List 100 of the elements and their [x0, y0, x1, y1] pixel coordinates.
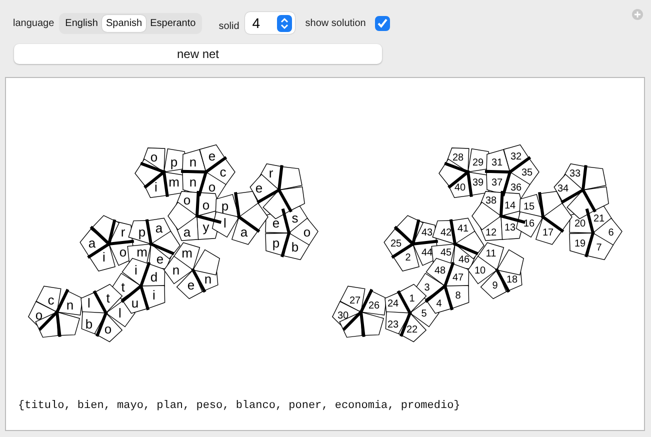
- net-number: 27: [349, 296, 361, 306]
- solid-field[interactable]: 4: [245, 12, 296, 34]
- net-letter: b: [291, 240, 299, 255]
- net-letter: i: [134, 262, 138, 278]
- net-letter: i: [152, 288, 156, 303]
- net-letter: n: [189, 174, 197, 190]
- net-letter: a: [155, 220, 163, 236]
- net-number: 6: [608, 228, 614, 238]
- net-number: 12: [485, 228, 497, 238]
- net-letter: l: [224, 216, 226, 231]
- net-number: 37: [491, 178, 503, 188]
- net-number: 15: [523, 202, 535, 212]
- net-number: 36: [510, 182, 522, 194]
- net-number: 42: [440, 228, 452, 238]
- net-number: 31: [491, 158, 503, 168]
- net-letter: c: [220, 164, 226, 180]
- net-letter: r: [268, 166, 274, 181]
- net-letter: e: [208, 148, 216, 164]
- net-letter: o: [104, 322, 112, 337]
- net-letter: n: [172, 262, 180, 278]
- net-letter: l: [88, 296, 90, 311]
- net-letter: u: [131, 296, 139, 311]
- language-option[interactable]: Esperanto: [146, 14, 200, 32]
- net-number: 10: [474, 266, 486, 276]
- net-number: 19: [574, 238, 586, 250]
- language-label: language: [13, 18, 54, 28]
- net-letter: n: [66, 298, 74, 313]
- net-number: 46: [458, 254, 470, 266]
- net-letter: e: [156, 252, 164, 267]
- net-number: 23: [387, 320, 399, 330]
- net-letter: s: [292, 210, 298, 226]
- stepper-icon[interactable]: [277, 14, 292, 32]
- net-number: 28: [452, 152, 464, 164]
- net-number: 25: [390, 238, 402, 250]
- net-letter: p: [221, 198, 229, 214]
- net-number: 34: [557, 184, 569, 194]
- net-letter: n: [189, 154, 197, 170]
- net-letter: b: [85, 316, 93, 332]
- net-letter: l: [118, 306, 122, 321]
- net-letter: o: [183, 192, 191, 208]
- net-number: 39: [472, 178, 484, 188]
- net-letter: t: [121, 280, 125, 295]
- net-number: 18: [506, 274, 518, 286]
- show-solution-checkbox[interactable]: [374, 16, 390, 30]
- net-number: 20: [574, 218, 586, 230]
- net-letter: m: [182, 246, 192, 261]
- net-number: 5: [421, 308, 427, 320]
- net-letter: t: [106, 290, 110, 306]
- net-letter: o: [119, 244, 127, 260]
- net-number: 3: [424, 282, 430, 294]
- net-number: 48: [434, 266, 446, 276]
- net-number: 4: [436, 298, 442, 310]
- net-letter: a: [240, 224, 248, 240]
- net-letter: y: [202, 220, 210, 235]
- net-number: 7: [596, 242, 602, 254]
- net-number: 17: [542, 228, 554, 238]
- net-number: 1: [409, 294, 415, 304]
- net-number: 21: [593, 214, 605, 224]
- net-letter: e: [255, 180, 263, 196]
- net-letter: p: [272, 236, 280, 251]
- net-number: 40: [454, 182, 466, 194]
- net-letter: m: [136, 244, 148, 260]
- net-number: 9: [492, 280, 498, 292]
- net-number: 11: [486, 248, 496, 260]
- net-number: 13: [504, 222, 516, 234]
- net-letter: o: [208, 180, 216, 195]
- language-option[interactable]: Spanish: [102, 14, 146, 32]
- net-number: 30: [337, 310, 349, 322]
- new-net-button[interactable]: new net: [14, 44, 382, 64]
- net-letter: a: [88, 236, 96, 251]
- solid-label: solid: [218, 20, 240, 32]
- net-letter: e: [272, 216, 280, 231]
- net-letter: o: [303, 224, 311, 240]
- net-letter: e: [187, 278, 195, 293]
- net-number: 44: [421, 248, 433, 258]
- net-number: 41: [457, 224, 469, 234]
- net-letter: i: [102, 250, 106, 265]
- net-number: 35: [521, 168, 533, 178]
- net-letter: d: [150, 270, 158, 285]
- language-option[interactable]: English: [61, 14, 102, 32]
- net-number: 2: [405, 252, 411, 264]
- net-number: 38: [485, 196, 497, 206]
- net-number: 45: [440, 248, 452, 258]
- net-number: 32: [510, 152, 522, 162]
- net-letter: c: [48, 292, 54, 308]
- show-solution-label: show solution: [305, 18, 366, 28]
- net-number: 16: [523, 218, 535, 230]
- net-number: 47: [452, 272, 464, 284]
- net-letter: m: [168, 174, 180, 190]
- net-letter: p: [138, 224, 146, 240]
- net-letter: p: [170, 154, 178, 170]
- net-number: 26: [368, 300, 380, 312]
- net-number: 8: [455, 290, 461, 302]
- net-number: 33: [569, 168, 581, 180]
- net-letter: o: [35, 308, 43, 323]
- net-letter: n: [204, 272, 212, 287]
- net-letter: r: [120, 224, 126, 240]
- word-list: {titulo, bien, mayo, plan, peso, blanco, poner, economia, promedio}: [18, 400, 644, 412]
- net-number: 29: [472, 158, 484, 168]
- net-number: 43: [421, 228, 433, 238]
